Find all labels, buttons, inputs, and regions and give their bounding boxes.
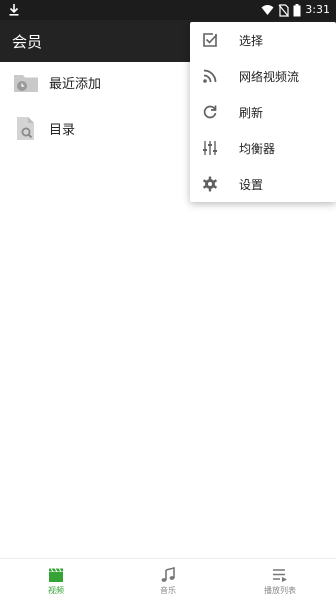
rss-icon [203, 69, 217, 83]
download-icon [9, 4, 19, 16]
app-title: 会员 [12, 33, 43, 51]
file-search-icon [17, 117, 34, 140]
nav-tab-label: 音乐 [160, 586, 176, 595]
wifi-icon [261, 5, 274, 15]
battery-icon [293, 3, 301, 16]
folder-clock-icon [14, 75, 38, 92]
bottom-navigation: 视频 音乐 播放列表 [0, 558, 336, 600]
menu-item-refresh[interactable]: 刷新 [190, 94, 336, 130]
checkbox-icon [203, 33, 218, 47]
equalizer-icon [203, 141, 217, 155]
menu-item-label: 选择 [239, 34, 264, 48]
nav-tab-label: 视频 [48, 586, 64, 595]
menu-item-label: 设置 [239, 178, 264, 192]
status-time: 3:31 [305, 3, 330, 16]
menu-item-equalizer[interactable]: 均衡器 [190, 130, 336, 166]
nav-tab-label: 播放列表 [264, 586, 296, 595]
menu-item-settings[interactable]: 设置 [190, 166, 336, 202]
menu-item-label: 刷新 [239, 106, 264, 120]
no-sim-icon [278, 3, 290, 17]
nav-tab-playlist[interactable]: 播放列表 [224, 559, 336, 600]
nav-tab-video[interactable]: 视频 [0, 559, 112, 600]
clapperboard-icon [49, 568, 63, 582]
menu-item-network-stream[interactable]: 网络视频流 [190, 58, 336, 94]
list-item-label: 最近添加 [49, 77, 102, 92]
menu-item-select[interactable]: 选择 [190, 22, 336, 58]
music-note-icon [161, 567, 175, 582]
gear-icon [203, 176, 217, 192]
refresh-icon [203, 105, 217, 119]
playlist-icon [273, 569, 287, 582]
menu-item-label: 均衡器 [239, 142, 276, 156]
menu-item-label: 网络视频流 [239, 70, 300, 84]
nav-tab-music[interactable]: 音乐 [112, 559, 224, 600]
status-bar: 3:31 [0, 0, 336, 20]
list-item-label: 目录 [49, 123, 76, 138]
overflow-menu: 选择 网络视频流 刷新 均衡器 设置 [190, 22, 336, 202]
